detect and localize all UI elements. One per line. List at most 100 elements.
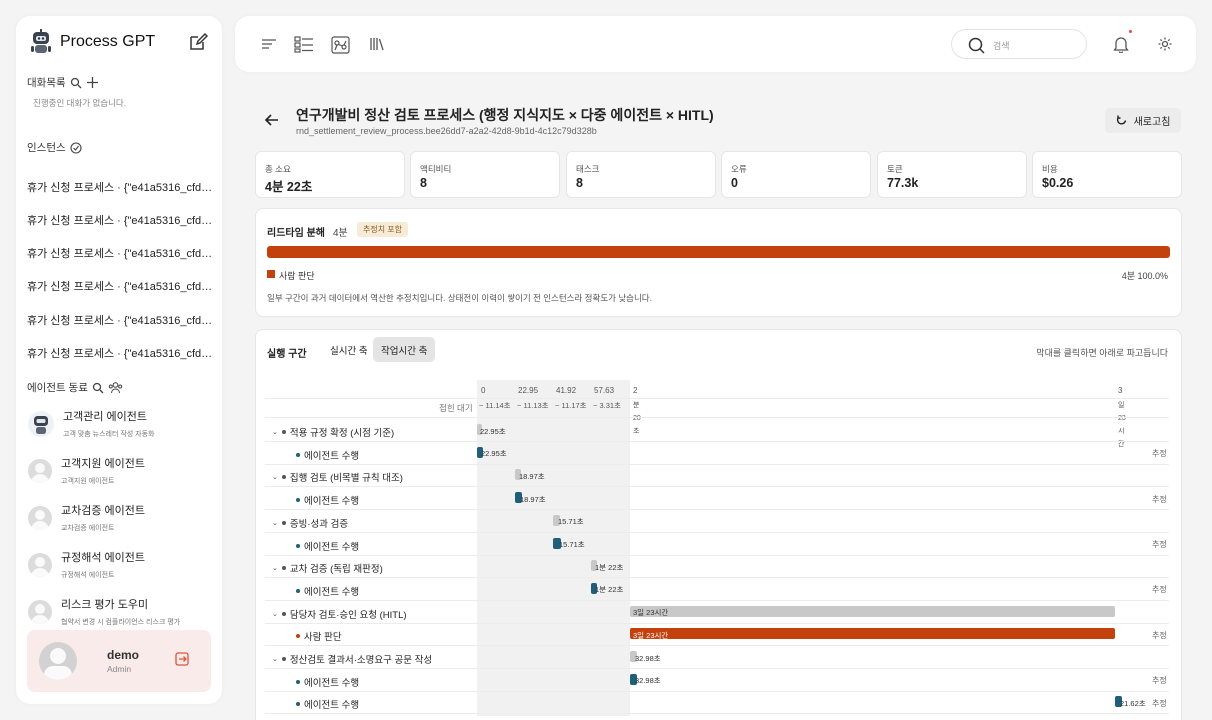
chevron-down-icon[interactable]: ⌄ xyxy=(272,473,278,481)
agent-item[interactable]: 고객관리 에이전트 고객 맞춤 뉴스레터 작성 자동화 xyxy=(28,408,218,439)
stat-label: 태스크 xyxy=(576,164,600,174)
conversations-empty-text: 진행중인 대화가 없습니다. xyxy=(33,98,127,108)
settings-gear-icon[interactable] xyxy=(1157,36,1173,52)
group-duration-bar[interactable] xyxy=(630,605,1115,617)
axis-tick-label: 22.95 xyxy=(518,386,539,395)
refresh-button[interactable]: 새로고침 xyxy=(1105,108,1181,133)
task-row-name[interactable]: 에이전트 수행 xyxy=(296,539,359,553)
stat-card: 오류 0 xyxy=(721,151,871,198)
search-icon[interactable] xyxy=(70,77,82,89)
conversations-title: 대화목록 xyxy=(27,77,66,89)
instance-item[interactable]: 휴가 신청 프로세스 · {"e41a5316_cfd0... xyxy=(27,212,215,228)
back-arrow-icon[interactable] xyxy=(265,113,279,127)
group-row-name[interactable]: ⌄ 집행 검토 (비목별 규칙 대조) xyxy=(272,470,403,484)
instance-item[interactable]: 휴가 신청 프로세스 · {"e41a5316_cfd0... xyxy=(27,312,215,328)
check-circle-icon[interactable] xyxy=(70,141,82,154)
task-duration-bar[interactable] xyxy=(630,628,1115,640)
task-row-name[interactable]: 에이전트 수행 xyxy=(296,448,359,462)
menu-icon[interactable] xyxy=(261,36,277,52)
agent-name: 고객지원 에이전트 xyxy=(61,458,146,470)
leadtime-bar[interactable] xyxy=(267,246,1170,258)
group-row-name[interactable]: ⌄ 적용 규정 확정 (시점 기준) xyxy=(272,425,394,439)
gap-label: ~ 11.17초 xyxy=(555,401,587,410)
instance-item[interactable]: 휴가 신청 프로세스 · {"e41a5316_cfd0... xyxy=(27,278,215,294)
row-divider xyxy=(265,668,1169,669)
task-row-name[interactable]: 에이전트 수행 xyxy=(296,697,359,711)
instances-section-header: 인스턴스 xyxy=(27,140,82,155)
instance-item[interactable]: 휴가 신청 프로세스 · {"e41a5316_cfd0... xyxy=(27,345,215,361)
chevron-down-icon[interactable]: ⌄ xyxy=(272,610,278,618)
stat-card: 총 소요 4분 22초 xyxy=(255,151,405,198)
bell-icon[interactable] xyxy=(1113,35,1129,53)
group-row-name[interactable]: ⌄ 담당자 검토·승인 요청 (HITL) xyxy=(272,607,407,621)
process-map-icon[interactable] xyxy=(331,36,350,54)
chevron-down-icon[interactable]: ⌄ xyxy=(272,564,278,572)
legend-label: 사람 판단 xyxy=(279,271,315,281)
axis-tick-label: 0 xyxy=(481,386,486,395)
duration-label: 3일 23시간 xyxy=(633,608,669,618)
notification-dot xyxy=(1129,30,1132,33)
duration-label: 1분 22초 xyxy=(595,585,624,595)
axis-tick-label: 2 xyxy=(633,386,638,395)
task-row-name[interactable]: 사람 판단 xyxy=(296,629,342,643)
leadtime-duration: 4분 xyxy=(333,228,348,239)
brand[interactable]: Process GPT xyxy=(28,28,155,56)
axis-divider xyxy=(265,417,1169,418)
group-row-name[interactable]: ⌄ 증빙·성과 검증 xyxy=(272,516,348,530)
agent-item[interactable]: 교차검증 에이전트 교차검증 에이전트 xyxy=(28,502,218,533)
group-row-name[interactable]: ⌄ 정산검토 결과서·소명요구 공문 작성 xyxy=(272,652,432,666)
search-field[interactable]: 검색 xyxy=(951,29,1087,59)
user-avatar xyxy=(39,642,77,680)
duration-label: 18.97초 xyxy=(520,494,546,504)
agent-item[interactable]: 고객지원 에이전트 고객지원 에이전트 xyxy=(28,455,218,486)
tab-worktime-axis[interactable]: 작업시간 축 xyxy=(373,337,436,362)
library-icon[interactable] xyxy=(369,36,385,52)
instance-item[interactable]: 휴가 신청 프로세스 · {"e41a5316_cfd0... xyxy=(27,245,215,261)
task-dot xyxy=(296,452,300,457)
agent-item[interactable]: 규정해석 에이전트 규정해석 에이전트 xyxy=(28,549,218,580)
task-row-name[interactable]: 에이전트 수행 xyxy=(296,675,359,689)
axis-tick-label: 3 xyxy=(1118,386,1123,395)
tab-realtime-axis[interactable]: 실시간 축 xyxy=(322,337,376,362)
group-dot xyxy=(281,611,286,616)
logout-icon[interactable] xyxy=(175,652,189,666)
leadtime-title: 리드타임 분해 xyxy=(267,228,325,239)
stat-value: 77.3k xyxy=(887,176,919,190)
team-icon[interactable] xyxy=(108,381,123,394)
sidebar: Process GPT 대화목록 진행중인 대화가 없습니다. 인스턴스 휴가 … xyxy=(16,16,222,704)
chevron-down-icon[interactable]: ⌄ xyxy=(272,519,278,527)
group-row-name[interactable]: ⌄ 교차 검증 (독립 재판정) xyxy=(272,561,383,575)
task-name: 에이전트 수행 xyxy=(304,677,360,689)
task-row-name[interactable]: 에이전트 수행 xyxy=(296,493,359,507)
row-divider xyxy=(265,690,1169,692)
estimate-badge: 추정치 포함 xyxy=(357,222,409,237)
robot-logo-icon xyxy=(31,29,51,53)
task-name: 사람 판단 xyxy=(304,632,342,644)
row-divider xyxy=(265,531,1169,533)
agent-item[interactable]: 리스크 평가 도우미 협약서 변경 시 컴플라이언스 리스크 평가 xyxy=(28,596,218,627)
instance-item[interactable]: 휴가 신청 프로세스 · {"e41a5316_cfd0... xyxy=(27,179,215,195)
user-profile-card[interactable]: demo Admin xyxy=(27,630,211,692)
chevron-down-icon[interactable]: ⌄ xyxy=(272,428,278,436)
axis-tick-sublabel: 일 xyxy=(1118,402,1125,409)
stat-value: 4분 22초 xyxy=(265,180,313,194)
duration-label: 21.62초 xyxy=(1120,698,1146,708)
task-dot xyxy=(296,498,300,503)
app-title: Process GPT xyxy=(60,33,156,50)
checklist-icon[interactable] xyxy=(294,36,314,53)
top-bar: 검색 xyxy=(235,16,1196,72)
chevron-down-icon[interactable]: ⌄ xyxy=(272,655,278,663)
new-chat-edit-icon[interactable] xyxy=(188,32,208,52)
gap-label: ~ 3.31초 xyxy=(593,401,621,410)
row-divider xyxy=(265,486,1169,488)
gap-label: ~ 11.14초 xyxy=(479,401,511,410)
task-row-name[interactable]: 에이전트 수행 xyxy=(296,584,359,598)
group-dot xyxy=(281,430,286,434)
stat-label: 토큰 xyxy=(887,164,903,174)
search-icon[interactable] xyxy=(92,382,104,394)
row-divider xyxy=(265,622,1169,624)
user-name: demo xyxy=(107,648,140,662)
add-icon[interactable] xyxy=(86,76,99,89)
estimate-tag: 추정 xyxy=(1152,630,1167,640)
task-name: 에이전트 수행 xyxy=(304,700,360,712)
